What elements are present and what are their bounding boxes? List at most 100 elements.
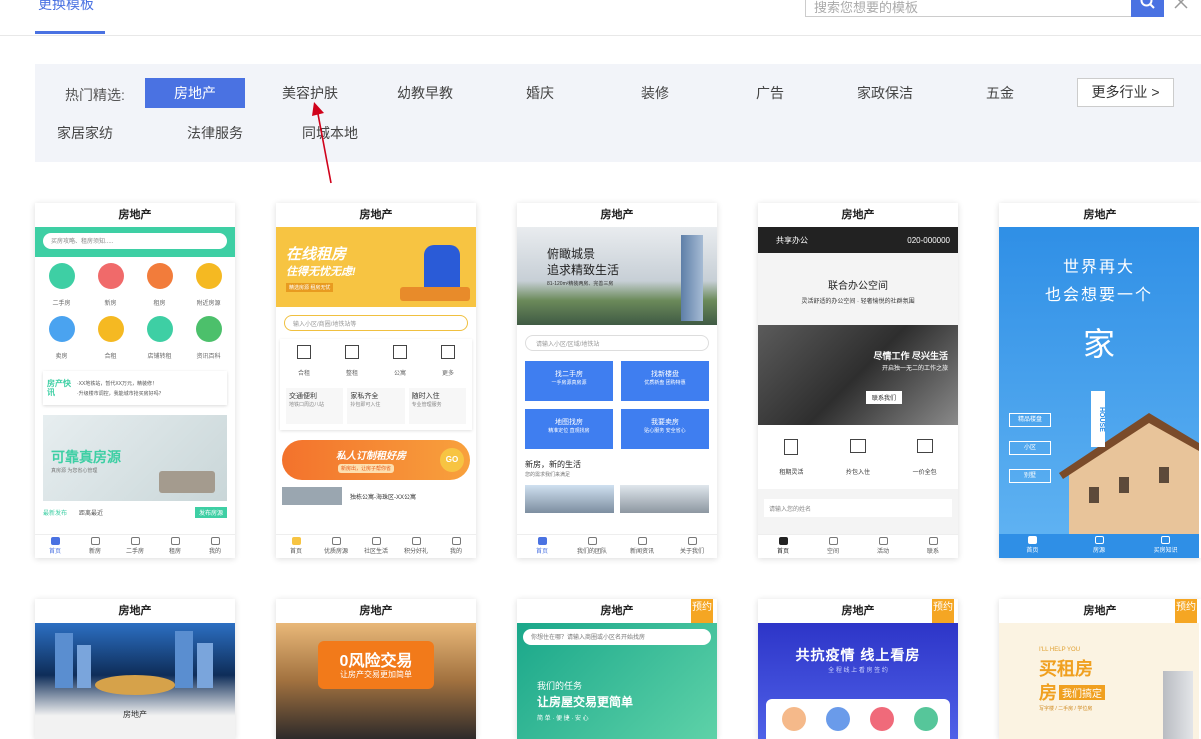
icon-label: 租房	[153, 301, 166, 307]
hero-line2: 追求精致生活	[547, 263, 620, 277]
tile-subtitle: 拎包即可入住	[350, 402, 381, 408]
top-bar: 更换模板 搜索您想要的模板	[0, 0, 1201, 36]
category-decoration[interactable]: 装修	[605, 78, 705, 108]
category-housekeeping[interactable]: 家政保洁	[835, 78, 935, 108]
nav-item: 我们的团队	[576, 549, 607, 555]
icon-label: 资讯百科	[196, 354, 221, 360]
promo-subtitle: 新房出，让房子帮你省	[338, 464, 395, 473]
office-heading: 联合办公空间	[828, 281, 888, 292]
hero-line1: 我们的任务	[537, 681, 583, 691]
nav-item: 首页	[1026, 548, 1039, 554]
section-subtitle: 您的需求我们来满足	[525, 472, 571, 478]
card-title: 房地产	[517, 203, 717, 227]
category-legal[interactable]: 法律服务	[165, 118, 265, 148]
template-card[interactable]: 房地产 世界再大 也会想要一个 家 精品楼盘 小区 别墅 HOUSE 首页 房源…	[999, 203, 1201, 558]
template-preview: 买房攻略、租房须知..... 二手房 新房 租房 附近房源 卖房 合租 店铺转租…	[35, 227, 235, 537]
feature-button: 我要卖房	[651, 419, 679, 426]
phone-label: 020-000000	[907, 235, 950, 245]
category-hardware[interactable]: 五金	[950, 78, 1050, 108]
hero-line1: 世界再大	[1062, 259, 1135, 276]
nav-item: 新闻资讯	[629, 549, 654, 555]
hero-subtitle: 写字楼 / 二手房 / 学位房	[1039, 706, 1093, 712]
feature-button: 地图找房	[555, 419, 583, 426]
template-bottom-nav: 首页 空间 活动 联系	[758, 534, 958, 558]
feature-button: 找二手房	[555, 371, 583, 378]
template-card[interactable]: 房地产 在线租房 住得无忧无虑! 精选房源 租房无忧 输入小区/商圈/地铁站等 …	[276, 203, 476, 558]
tab-underline	[35, 31, 105, 34]
more-industries-button[interactable]: 更多行业 >	[1077, 78, 1174, 107]
search-input[interactable]: 搜索您想要的模板	[805, 0, 1131, 17]
icon-label: 合租	[104, 354, 117, 360]
news-brand: 房产快讯	[47, 379, 71, 397]
category-wedding[interactable]: 婚庆	[490, 78, 590, 108]
hot-picks-label: 热门精选:	[65, 87, 125, 103]
nav-item: 我的	[449, 549, 462, 555]
card-title: 房地产	[517, 599, 717, 623]
template-card[interactable]: 房地产 共享办公 020-000000 联合办公空间 灵活舒适的办公空间 · 轻…	[758, 203, 958, 558]
tag-label: 精品楼盘	[1009, 413, 1051, 427]
category-advertising[interactable]: 广告	[720, 78, 820, 108]
template-preview: 房地产	[35, 623, 235, 739]
nav-item: 优质房源	[323, 549, 348, 555]
hero-line2: 房	[1039, 683, 1057, 703]
office-subheading: 灵活舒适的办公空间 · 轻奢愉悦的社群氛围	[801, 299, 915, 305]
template-search: 买房攻略、租房须知.....	[43, 233, 227, 249]
nav-item: 买房知识	[1153, 548, 1178, 554]
card-title: 房地产	[999, 203, 1201, 227]
template-search: 输入小区/商圈/地铁站等	[284, 315, 468, 331]
tile-title: 随时入住	[411, 393, 440, 400]
template-card[interactable]: 房地产 俯瞰城景 追求精致生活 81-120m²精装两房、完善三房 请输入小区/…	[517, 203, 717, 558]
nav-item: 租房	[168, 549, 181, 555]
category-home-textiles[interactable]: 家居家纺	[35, 118, 135, 148]
category-early-education[interactable]: 幼教早教	[375, 78, 475, 108]
category-real-estate[interactable]: 房地产	[145, 78, 245, 108]
feature-button-sub: 贴心服务 安全省心	[644, 428, 686, 434]
hero-big: 家	[1082, 326, 1115, 362]
template-card[interactable]: 房地产 房地产	[35, 599, 235, 739]
icon-label: 附近房源	[196, 301, 221, 307]
nav-item: 积分好礼	[403, 549, 428, 555]
hero-line3: 81-120m²精装两房、完善三房	[547, 281, 614, 287]
card-title: 房地产	[276, 203, 476, 227]
template-bottom-nav: 首页 房源 买房知识	[999, 534, 1199, 558]
banner-title: 在线租房	[286, 246, 347, 263]
hero-en: I'LL HELP YOU	[1039, 647, 1081, 653]
search-icon	[1140, 0, 1155, 9]
news-line: ·XX地铁站，暂代XX万元，精装修！	[77, 380, 158, 387]
publish-button: 发布房源	[194, 507, 227, 518]
contact-button: 联系我们	[865, 391, 902, 404]
photo-subtitle: 开启独一无二的工作之旅	[881, 366, 948, 372]
nav-item: 联系	[926, 549, 939, 555]
template-card[interactable]: 房地产 买房攻略、租房须知..... 二手房 新房 租房 附近房源 卖房 合租 …	[35, 203, 235, 558]
template-card[interactable]: 房地产 预约 你想住在哪？请输入商圈或小区名开始找房 我们的任务 让房屋交易更简…	[517, 599, 717, 739]
icon-label: 更多	[441, 371, 454, 377]
tile-title: 家私齐全	[350, 393, 379, 400]
listing-title: 独栋公寓-海珠区-XX公寓	[350, 494, 417, 501]
close-icon[interactable]	[1173, 0, 1189, 10]
banner-subtext: 真房源 为您省心管理	[51, 468, 98, 474]
tile-subtitle: 地铁口周边八站	[289, 402, 325, 408]
tab-nearest: 距离最近	[79, 511, 104, 517]
tab-change-template[interactable]: 更换模板	[38, 0, 94, 14]
icon-label: 店铺转租	[147, 354, 172, 360]
template-card[interactable]: 房地产 预约 I'LL HELP YOU 买租房 房 我们搞定 写字楼 / 二手…	[999, 599, 1201, 739]
nav-item: 我的	[208, 549, 221, 555]
template-card[interactable]: 房地产 预约 共抗疫情 线上看房 全 程 线 上 看 房 签 约	[758, 599, 958, 739]
template-card[interactable]: 房地产 0风险交易 让房产交易更加简单	[276, 599, 476, 739]
caption: 房地产	[123, 710, 147, 719]
search-button[interactable]	[1131, 0, 1164, 17]
icon-label: 公寓	[393, 371, 406, 377]
nav-item: 房源	[1093, 548, 1106, 554]
hero-line3: 我们搞定	[1059, 685, 1105, 700]
icon-label: 整租	[345, 371, 358, 377]
template-bottom-nav: 首页 我们的团队 新闻资讯 关于我们	[517, 534, 717, 558]
feature-button-sub: 优质新盘 团购特惠	[644, 380, 686, 386]
hero-line3: 简 单 · 便 捷 · 安 心	[537, 716, 589, 722]
card-title: 房地产	[276, 599, 476, 623]
icon-label: 新房	[104, 301, 117, 307]
skyline-illustration	[55, 631, 213, 695]
nav-item: 空间	[826, 549, 839, 555]
nav-item: 关于我们	[679, 549, 704, 555]
hero-line1: 买租房	[1039, 659, 1093, 679]
template-preview: 共抗疫情 线上看房 全 程 线 上 看 房 签 约	[758, 623, 958, 739]
